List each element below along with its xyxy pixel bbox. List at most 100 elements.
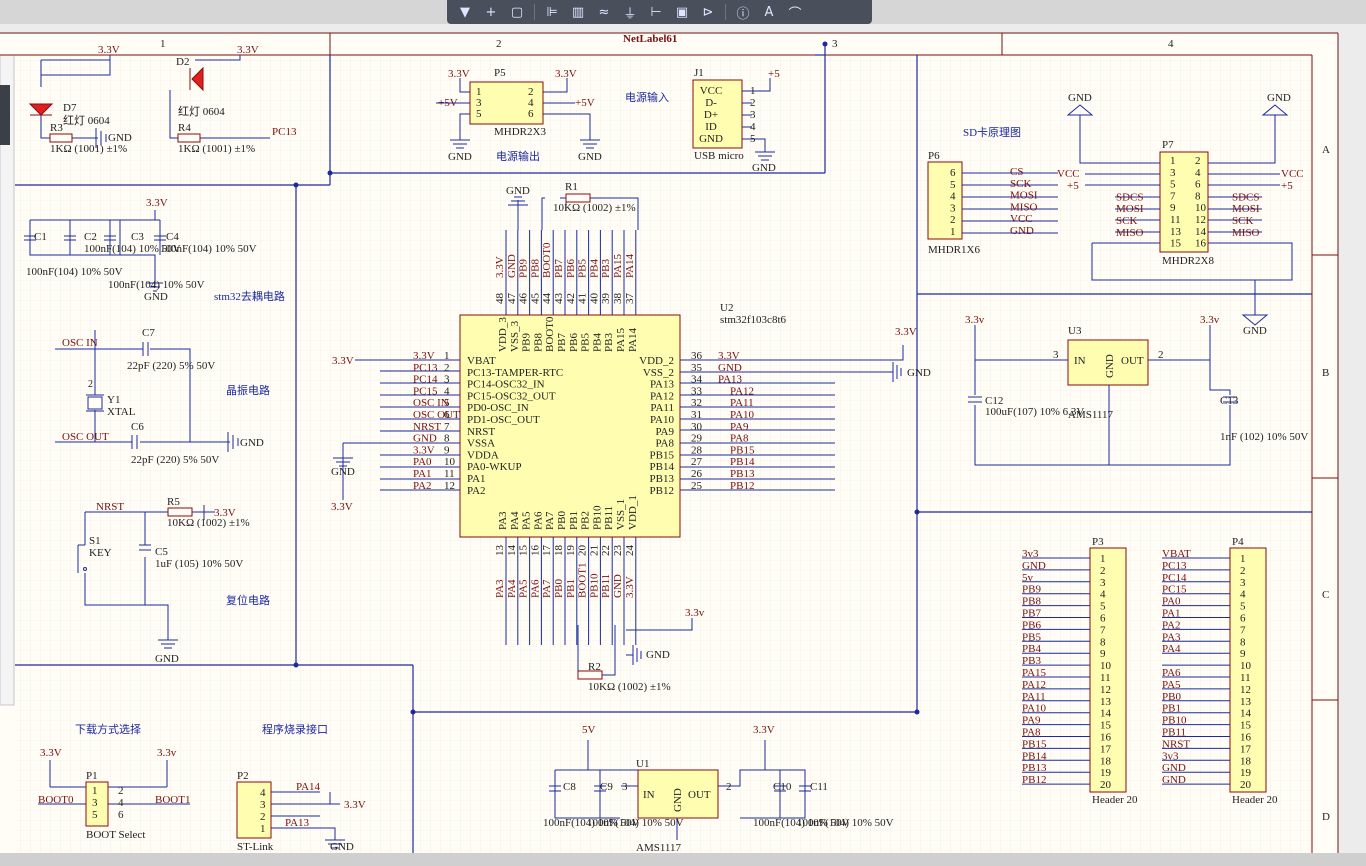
net-label: PA10	[730, 409, 755, 421]
u2-pin-number: 35	[691, 362, 703, 374]
u1-pin-number: 3	[622, 781, 628, 793]
u2-pin-name: PB5	[580, 333, 592, 352]
net-3v3-label: 3.3v	[1200, 314, 1220, 326]
p7-ref: P7	[1162, 139, 1174, 151]
resistor-r3[interactable]	[49, 133, 73, 143]
u2-pin-name: PA9	[655, 426, 674, 438]
connector-p2[interactable]	[236, 781, 272, 839]
net-5v-label: +5	[1281, 180, 1293, 192]
ground-power-icon[interactable]: ⏚	[618, 2, 642, 22]
net-label: PB14	[730, 456, 755, 468]
net-label: 3.3V	[413, 444, 435, 456]
net-nrst-label: NRST	[96, 501, 124, 513]
p4-pin-number: 4	[1240, 589, 1246, 601]
u2-pin-number: 48	[494, 293, 506, 305]
net-label: PC13	[1162, 560, 1187, 572]
p4-pin-number: 20	[1240, 779, 1252, 791]
connector-p6[interactable]	[927, 161, 963, 240]
net-3v3-label: 3.3V	[98, 44, 120, 56]
p7-pin-number: 1	[1170, 155, 1176, 167]
p6-ref: P6	[928, 150, 940, 162]
r5-ref: R5	[167, 496, 180, 508]
net-label: SDCS	[1116, 191, 1144, 203]
resistor-r4[interactable]	[177, 133, 201, 143]
component-icon[interactable]: ▣	[670, 2, 694, 22]
net-label: BOOT1	[577, 563, 589, 598]
u2-pin-number: 12	[444, 480, 455, 492]
cap-value: 100nF(104) 10% 50V	[587, 817, 684, 829]
p7-pin-number: 10	[1195, 202, 1207, 214]
net-label: PB12	[730, 480, 754, 492]
net-label: PB6	[1022, 619, 1041, 631]
u2-pin-name: PA3	[497, 511, 509, 530]
led-d7-value: 红灯 0604	[63, 114, 110, 127]
net-label: PB0	[553, 579, 565, 598]
u2-pin-number: 15	[518, 545, 530, 557]
net-label: PA9	[730, 421, 749, 433]
resistor-r5[interactable]	[167, 507, 193, 517]
net-label-icon[interactable]: ⊢	[644, 2, 668, 22]
arc-icon[interactable]: ⌒	[783, 2, 807, 22]
p6-pin-number: 3	[950, 202, 956, 214]
net-label: GND	[1162, 762, 1186, 774]
gnd-label: GND	[108, 132, 132, 144]
p4-pin-number: 5	[1240, 601, 1246, 613]
gnd-label: GND	[1243, 325, 1267, 337]
u2-pin-number: 23	[612, 545, 624, 557]
no-erc-icon[interactable]: ⓘ	[731, 2, 755, 22]
net-label: MOSI	[1116, 203, 1144, 215]
cross-probe-icon[interactable]: +	[479, 2, 503, 22]
net-label: PA7	[541, 579, 553, 598]
u2-pin-number: 22	[600, 545, 612, 556]
net-label: PA6	[529, 579, 541, 598]
p1-pin-number: 3	[92, 797, 98, 809]
u2-pin-name: PB8	[532, 333, 544, 352]
u1-pin-number: 2	[726, 781, 732, 793]
net-3v3-label: 3.3V	[331, 501, 353, 513]
net-3v3-label: 3.3V	[40, 747, 62, 759]
j1-pin-name: VCC	[700, 85, 723, 97]
u2-pin-name: VSS_2	[643, 367, 674, 379]
j1-pin-number: 5	[750, 133, 756, 145]
u2-pin-number: 16	[529, 545, 541, 557]
net-5v-label: +5V	[438, 97, 458, 109]
p4-pin-number: 12	[1240, 684, 1251, 696]
led-d7-ref: D7	[63, 102, 77, 114]
u2-pin-name: PA7	[544, 511, 556, 530]
schematic-sheet[interactable]: 1 2 3 4ABCD 3.3V 3.3V D7 红灯 0604 D2 红灯 0…	[0, 0, 1366, 866]
gnd-label: GND	[1267, 92, 1291, 104]
p3-pin-number: 14	[1100, 708, 1112, 720]
u2-pin-name: NRST	[467, 426, 495, 438]
gnd-label: GND	[1068, 92, 1092, 104]
port-icon[interactable]: ⊳	[696, 2, 720, 22]
part-icon[interactable]: ▥	[566, 2, 590, 22]
u2-pin-name: PA12	[650, 390, 674, 402]
p6-pin-number: 1	[950, 226, 956, 238]
u2-pin-name: PB13	[650, 473, 675, 485]
gnd-label: GND	[506, 185, 530, 197]
net-label: PB9	[1022, 584, 1041, 596]
bus-icon[interactable]: ≈	[592, 2, 616, 22]
select-area-icon[interactable]: ▢	[505, 2, 529, 22]
crystal-y1-value: XTAL	[107, 406, 136, 418]
cap-c5-ref: C5	[155, 546, 168, 558]
u2-pin-number: 11	[444, 468, 455, 480]
text-icon[interactable]: A	[757, 2, 781, 22]
p7-pin-number: 11	[1170, 214, 1181, 226]
p4-pin-number: 18	[1240, 755, 1252, 767]
align-icon[interactable]: ⊫	[540, 2, 564, 22]
net-label: CS	[1010, 166, 1023, 178]
cap-c3-value: 100nF(104) 10% 50V	[108, 279, 205, 291]
cap-c13-ref: C13	[1220, 395, 1239, 407]
resistor-r1[interactable]	[565, 193, 591, 203]
u1-gnd-pin: GND	[672, 788, 684, 812]
r4-value: 1KΩ (1001) ±1%	[178, 143, 255, 155]
cap-c1-ref: C1	[34, 231, 47, 243]
net-label: PA5	[1162, 679, 1181, 691]
r4-ref: R4	[178, 122, 191, 134]
p5-pin-number: 5	[476, 108, 482, 120]
filter-icon[interactable]: ▼	[453, 2, 477, 22]
section-power-out-title: 电源输出	[496, 149, 540, 163]
net-label: PB4	[1022, 643, 1041, 655]
p4-pin-number: 3	[1240, 577, 1246, 589]
